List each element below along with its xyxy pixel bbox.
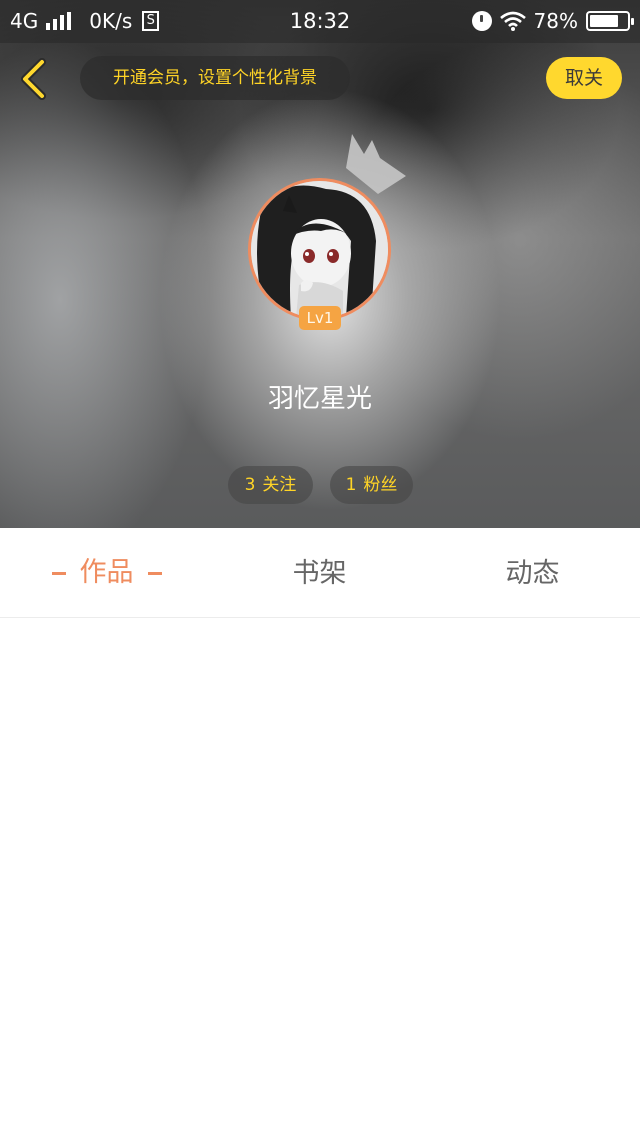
active-indicator-left xyxy=(51,571,66,575)
alarm-icon xyxy=(471,11,492,31)
tab-bookshelf[interactable]: 书架 xyxy=(253,528,386,618)
battery-percent: 78% xyxy=(533,9,578,33)
active-indicator-right xyxy=(147,571,162,575)
avatar-image xyxy=(251,181,388,318)
battery-fill xyxy=(590,15,619,27)
fans-count: 1 xyxy=(345,475,357,495)
back-button[interactable] xyxy=(14,57,54,101)
tab-moments[interactable]: 动态 xyxy=(466,528,599,618)
unfollow-button[interactable]: 取关 xyxy=(546,57,622,99)
tab-content-area xyxy=(0,619,640,1138)
level-badge: Lv1 xyxy=(299,306,341,330)
fans-stat-button[interactable]: 1 粉丝 xyxy=(330,466,413,504)
battery-icon xyxy=(586,11,634,31)
tab-works[interactable]: 作品 xyxy=(40,528,173,618)
profile-tabs: 作品 书架 动态 xyxy=(0,528,640,618)
avatar[interactable] xyxy=(248,178,391,321)
wifi-icon xyxy=(499,11,526,31)
following-label: 关注 xyxy=(262,475,297,495)
fans-label: 粉丝 xyxy=(363,475,398,495)
following-stat-button[interactable]: 3 关注 xyxy=(228,466,313,504)
status-bar: 4G 0K/s S 18:32 78% xyxy=(0,0,640,43)
tab-works-label: 作品 xyxy=(79,557,134,588)
profile-header-background: 4G 0K/s S 18:32 78% 开通会员，设置个性化背景 取关 Lv1 … xyxy=(0,0,640,528)
chevron-left-icon xyxy=(21,58,46,100)
vip-background-banner[interactable]: 开通会员，设置个性化背景 xyxy=(80,56,350,100)
username: 羽忆星光 xyxy=(267,384,372,414)
following-count: 3 xyxy=(244,475,256,495)
